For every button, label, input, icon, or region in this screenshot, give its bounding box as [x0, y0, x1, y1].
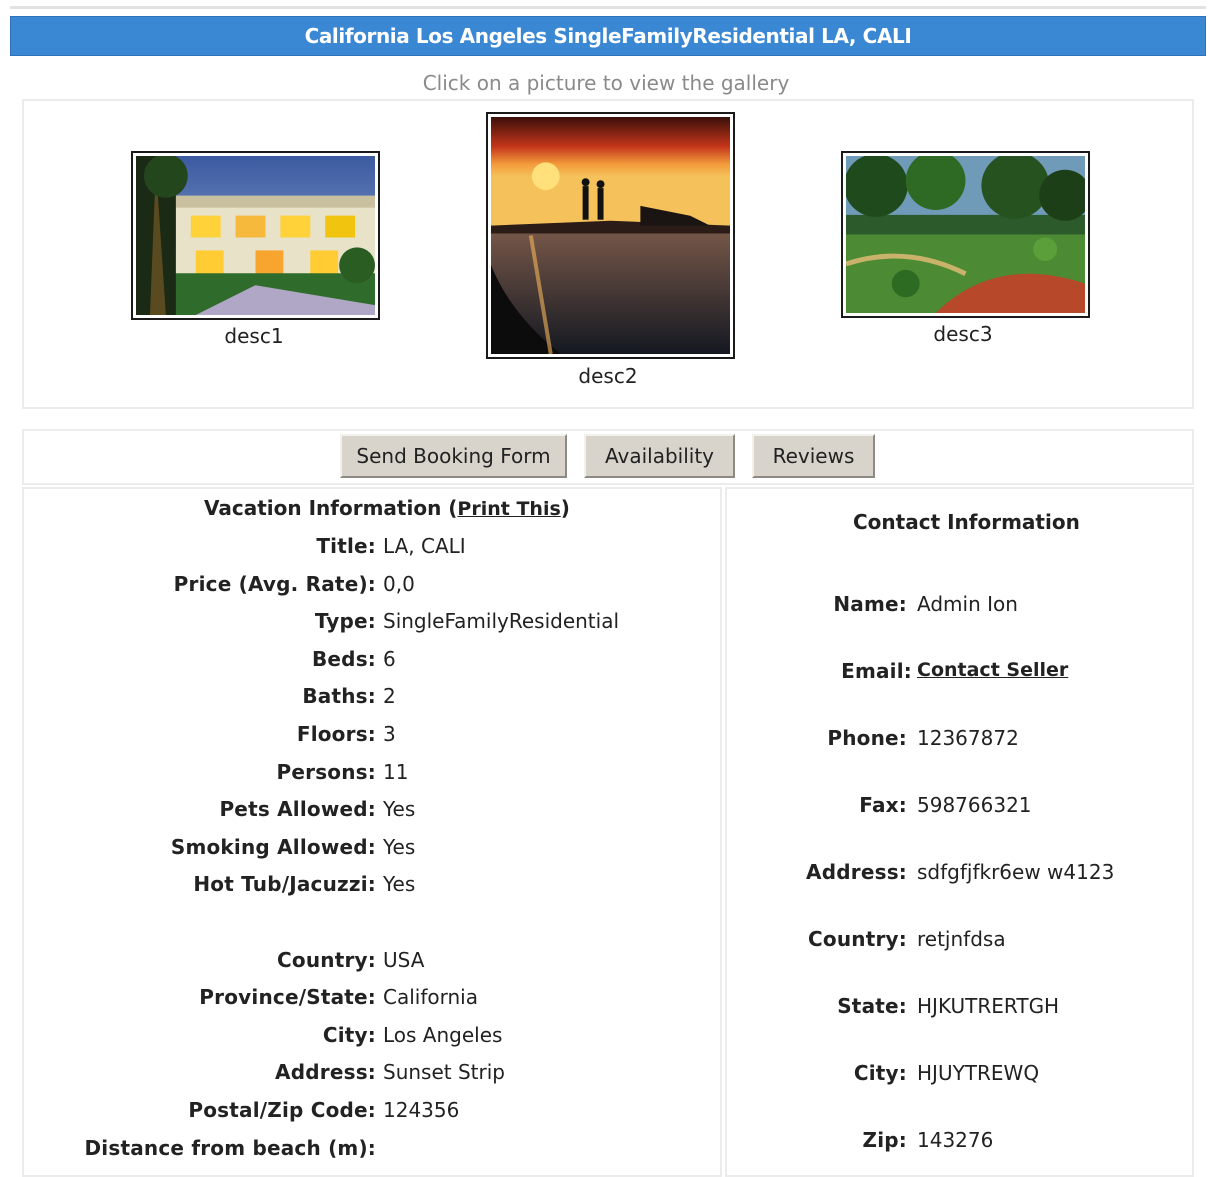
vacation-field-label: Baths: — [302, 684, 376, 709]
send-booking-form-button[interactable]: Send Booking Form — [340, 434, 567, 478]
reviews-button[interactable]: Reviews — [752, 434, 875, 478]
print-this-link[interactable]: Print This — [457, 498, 560, 520]
vacation-field-value: 2 — [383, 684, 396, 709]
contact-fax-value: 598766321 — [917, 793, 1032, 817]
vacation-location-label: Distance from beach (m): — [84, 1135, 376, 1160]
vacation-location-value: Los Angeles — [383, 1022, 503, 1047]
vacation-location-label: Country: — [277, 947, 376, 972]
availability-button[interactable]: Availability — [584, 434, 735, 478]
vacation-field-value: 3 — [383, 722, 396, 746]
vacation-field-label: Title: — [316, 534, 376, 558]
vacation-field-label: Price (Avg. Rate): — [173, 571, 376, 596]
vacation-field-value: SingleFamilyResidential — [383, 609, 620, 634]
gallery-caption-2: desc2 — [578, 364, 638, 388]
contact-fax-label: Fax — [859, 793, 899, 817]
contact-state-label: State — [837, 994, 899, 1018]
vacation-location-label: Postal/Zip Code: — [188, 1098, 376, 1122]
vacation-field-value: 0,0 — [383, 571, 415, 596]
vacation-field-value: 6 — [383, 646, 396, 671]
vacation-location-label: Province/State: — [199, 985, 376, 1010]
tropical-garden-photo — [846, 156, 1085, 313]
vacation-location-value: California — [383, 985, 478, 1010]
contact-country-value: retjnfdsa — [917, 927, 1006, 951]
vacation-field-label: Hot Tub/Jacuzzi: — [193, 872, 376, 897]
gallery-thumbnail-3[interactable] — [841, 151, 1090, 318]
vacation-location-label: Address: — [275, 1060, 376, 1085]
contact-email-label: Email — [841, 659, 904, 683]
vacation-field-value: 11 — [383, 759, 409, 784]
contact-city-value: HJUYTREWQ — [917, 1061, 1040, 1085]
contact-country-label: Country — [808, 927, 899, 951]
property-title-bar: California Los Angeles SingleFamilyResid… — [10, 16, 1206, 56]
contact-phone-value: 12367872 — [917, 726, 1019, 750]
vacation-field-label: Floors: — [296, 722, 376, 746]
vacation-field-label: Persons: — [276, 759, 376, 784]
vacation-field-value: LA, CALI — [383, 534, 466, 558]
gallery-thumbnail-1[interactable] — [131, 151, 380, 320]
vacation-info-title: Vacation Information — [204, 496, 442, 520]
gallery-caption-1: desc1 — [224, 324, 284, 348]
contact-phone-label: Phone — [827, 726, 899, 750]
vacation-location-value: Sunset Strip — [383, 1060, 505, 1085]
vacation-field-value: Yes — [383, 834, 416, 859]
vacation-field-label: Pets Allowed: — [219, 797, 376, 822]
vacation-location-value: 124356 — [383, 1098, 460, 1122]
vacation-field-label: Smoking Allowed: — [170, 834, 376, 859]
resort-villa-photo — [136, 156, 375, 315]
contact-city-label: City — [853, 1061, 899, 1085]
vacation-location-value: USA — [383, 947, 425, 972]
contact-seller-link[interactable]: Contact Seller — [917, 659, 1068, 681]
contact-address-label: Address — [806, 860, 899, 884]
contact-name-label: Name — [833, 592, 899, 616]
contact-address-value: sdfgfjfkr6ew w4123 — [917, 860, 1115, 884]
vacation-info-heading: Vacation Information (Print This) — [204, 496, 570, 520]
vacation-field-value: Yes — [383, 797, 416, 822]
vacation-field-label: Beds: — [311, 646, 376, 671]
gallery-hint: Click on a picture to view the gallery — [422, 71, 790, 95]
vacation-field-label: Type: — [314, 609, 376, 634]
vacation-location-label: City: — [322, 1022, 376, 1047]
top-rule — [10, 6, 1206, 9]
gallery-thumbnail-2[interactable] — [486, 112, 735, 359]
vacation-field-value: Yes — [383, 872, 416, 897]
gallery-caption-3: desc3 — [933, 322, 993, 346]
beach-sunset-photo — [491, 117, 730, 354]
contact-info-heading: Contact Information — [853, 510, 1080, 534]
contact-name-value: Admin Ion — [917, 592, 1018, 616]
contact-state-value: HJKUTRERTGH — [917, 994, 1060, 1018]
contact-zip-value: 143276 — [917, 1128, 994, 1152]
contact-zip-label: Zip — [862, 1128, 899, 1152]
